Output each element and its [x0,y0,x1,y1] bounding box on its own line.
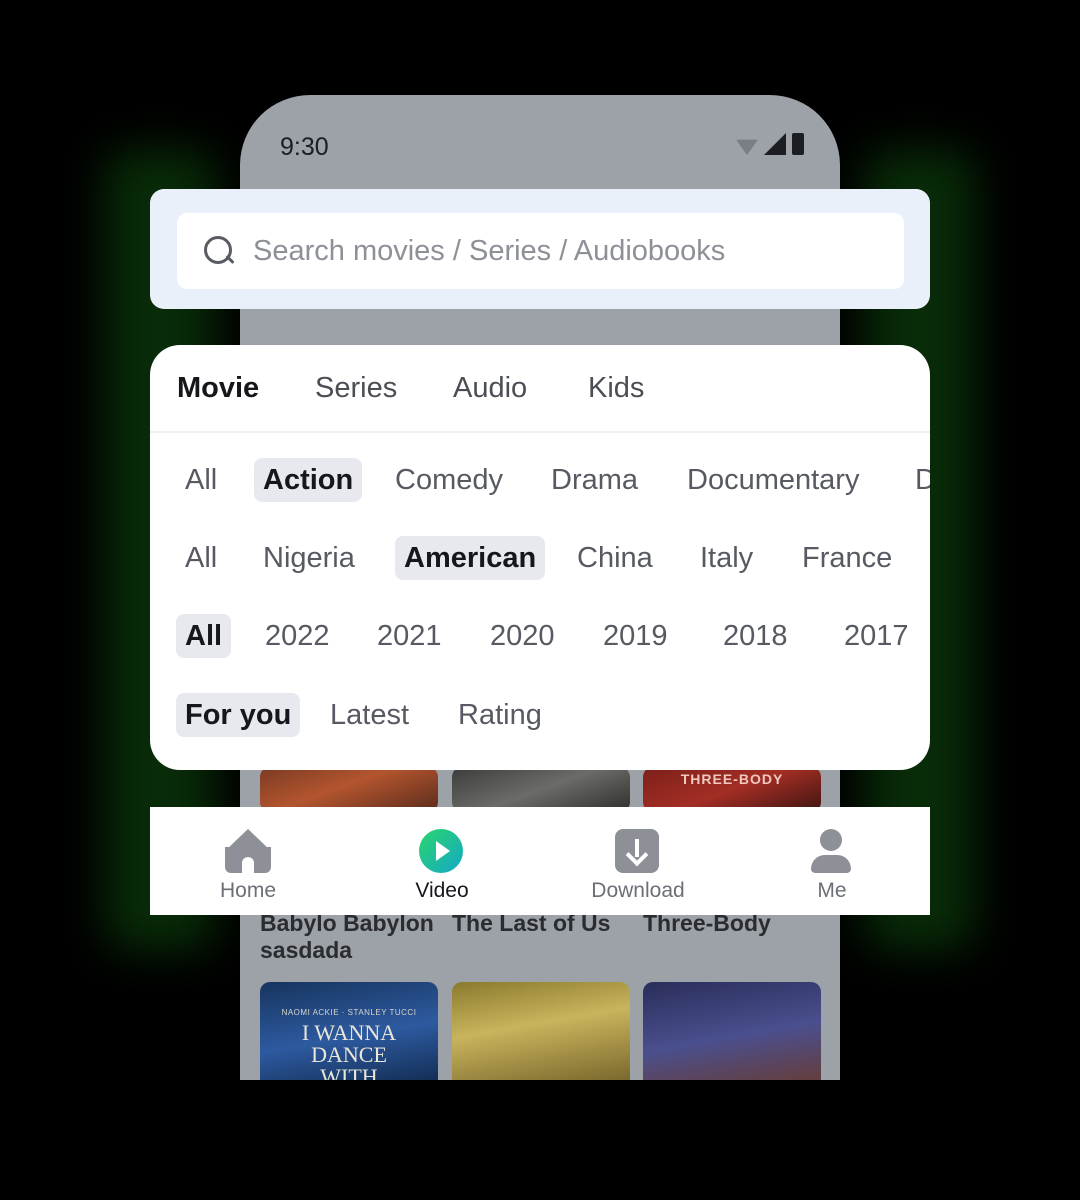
search-placeholder: Search movies / Series / Audiobooks [253,234,726,267]
poster-caption: THREE-BODY [680,771,784,787]
year-chip-all[interactable]: All [176,614,232,658]
region-filter-row: All Nigeria American China Italy France [150,536,930,584]
sort-chip-rating[interactable]: Rating [449,693,551,737]
filter-panel: Movie Series Audio Kids All Action Comed… [150,345,930,770]
region-chip-american[interactable]: American [395,536,546,580]
nav-download[interactable]: Download [558,807,718,915]
tab-series[interactable]: Series [315,372,397,405]
region-chip-china[interactable]: China [568,536,662,580]
poster-title[interactable]: Babylo Babylon sasdada [260,910,440,964]
year-chip-2021[interactable]: 2021 [368,614,451,658]
tab-movie[interactable]: Movie [177,372,259,405]
genre-chip-action[interactable]: Action [254,458,363,502]
nav-video[interactable]: Video [362,807,522,915]
nav-home[interactable]: Home [168,807,328,915]
poster-card[interactable] [452,767,630,812]
poster-card[interactable] [643,982,821,1080]
search-input[interactable]: Search movies / Series / Audiobooks [177,213,904,289]
category-tabs: Movie Series Audio Kids [150,345,930,433]
nav-label: Home [219,879,277,902]
search-icon [204,236,235,266]
region-chip-nigeria[interactable]: Nigeria [254,536,364,580]
genre-chip-all[interactable]: All [176,458,226,502]
genre-chip-documentary[interactable]: Documentary [678,458,868,502]
nav-label: Me [817,879,847,902]
region-chip-france[interactable]: France [793,536,901,580]
nav-label: Video [415,879,469,902]
sort-chip-latest[interactable]: Latest [321,693,418,737]
year-chip-2020[interactable]: 2020 [481,614,564,658]
download-icon [615,829,659,873]
tab-kids[interactable]: Kids [588,372,644,405]
poster-card[interactable]: THREE-BODY [643,767,821,812]
poster-caption: I WANNA DANCE WITH SOMEBODY [301,1020,397,1081]
year-filter-row: All 2022 2021 2020 2019 2018 2017 [150,614,930,662]
person-icon [809,829,853,875]
sort-filter-row: For you Latest Rating [150,693,930,741]
poster-card[interactable] [452,982,630,1080]
video-play-icon [419,829,463,873]
poster-caption: NAOMI ACKIE · STANLEY TUCCI [281,1008,417,1017]
region-chip-all[interactable]: All [176,536,226,580]
poster-card[interactable] [260,767,438,812]
genre-chip-drama[interactable]: Drama [542,458,647,502]
year-chip-2019[interactable]: 2019 [594,614,677,658]
nav-label: Download [591,879,685,902]
bottom-navigation: Home Video Download Me [150,807,930,915]
year-chip-2022[interactable]: 2022 [256,614,339,658]
genre-chip-more[interactable]: D [906,458,930,502]
home-icon [225,829,271,875]
year-chip-2018[interactable]: 2018 [714,614,797,658]
tab-audio[interactable]: Audio [453,372,527,405]
sort-chip-for-you[interactable]: For you [176,693,301,737]
genre-chip-comedy[interactable]: Comedy [386,458,512,502]
nav-me[interactable]: Me [752,807,912,915]
year-chip-2017[interactable]: 2017 [835,614,918,658]
region-chip-italy[interactable]: Italy [691,536,762,580]
search-card: Search movies / Series / Audiobooks [150,189,930,309]
genre-filter-row: All Action Comedy Drama Documentary D [150,458,930,506]
poster-card[interactable]: NAOMI ACKIE · STANLEY TUCCI I WANNA DANC… [260,982,438,1080]
